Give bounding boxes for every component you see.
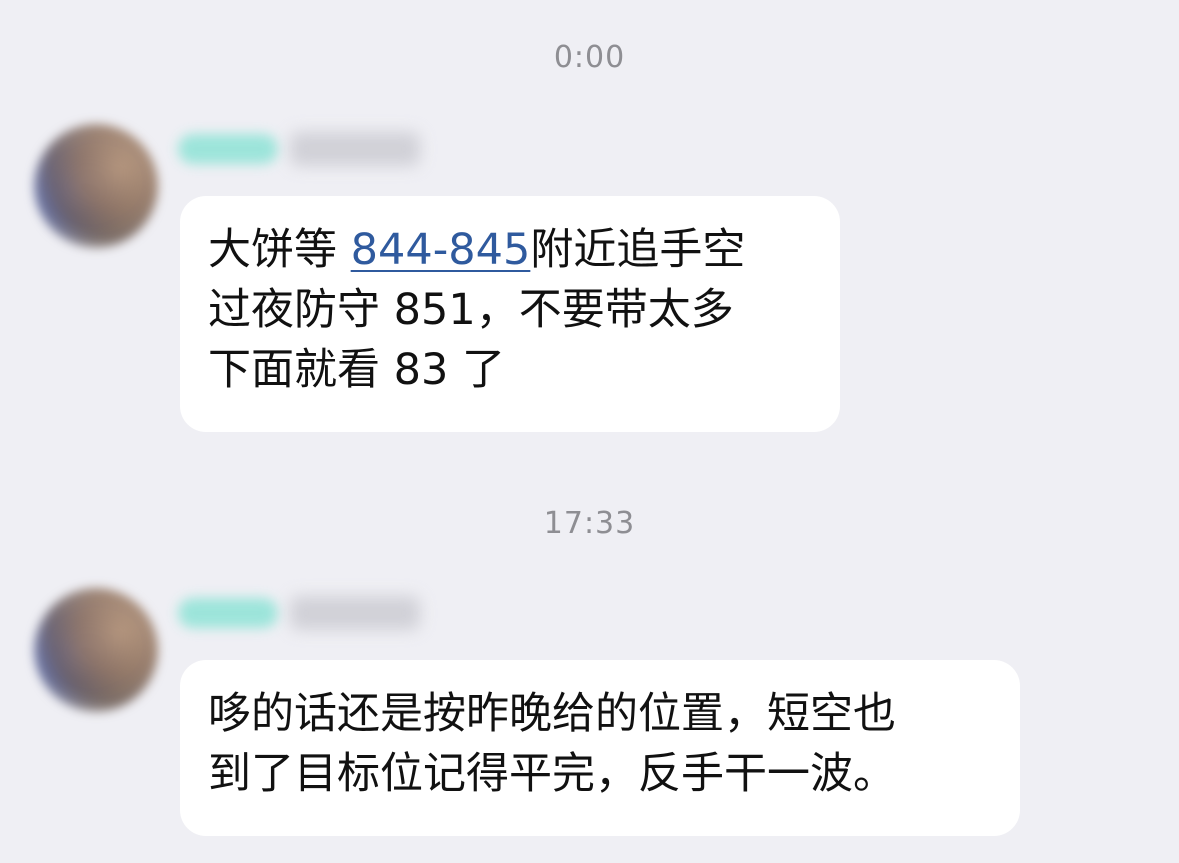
message-timestamp: 0:00 (553, 40, 626, 75)
message-timestamp: 17:33 (543, 506, 636, 541)
message-bubble[interactable]: 大饼等 844-845附近追手空 过夜防守 851，不要带太多 下面就看 83 … (180, 196, 840, 432)
sender-avatar[interactable] (34, 124, 158, 248)
message-bubble[interactable]: 哆的话还是按昨晚给的位置，短空也 到了目标位记得平完，反手干一波。 (180, 660, 1020, 836)
message-text: 附近追手空 (530, 225, 746, 275)
sender-name (290, 132, 420, 166)
message-line: 哆的话还是按昨晚给的位置，短空也 (208, 689, 896, 739)
message-line: 大饼等 844-845附近追手空 (208, 220, 812, 280)
sender-name (290, 596, 420, 630)
message-line: 到了目标位记得平完，反手干一波。 (208, 749, 896, 799)
sender-badge (178, 134, 278, 164)
sender-avatar[interactable] (34, 588, 158, 712)
number-link[interactable]: 844-845 (351, 225, 531, 275)
sender-badge (178, 598, 278, 628)
message-line: 过夜防守 851，不要带太多 (208, 285, 734, 335)
message-line: 下面就看 83 了 (208, 345, 506, 395)
message-text: 大饼等 (208, 225, 351, 275)
